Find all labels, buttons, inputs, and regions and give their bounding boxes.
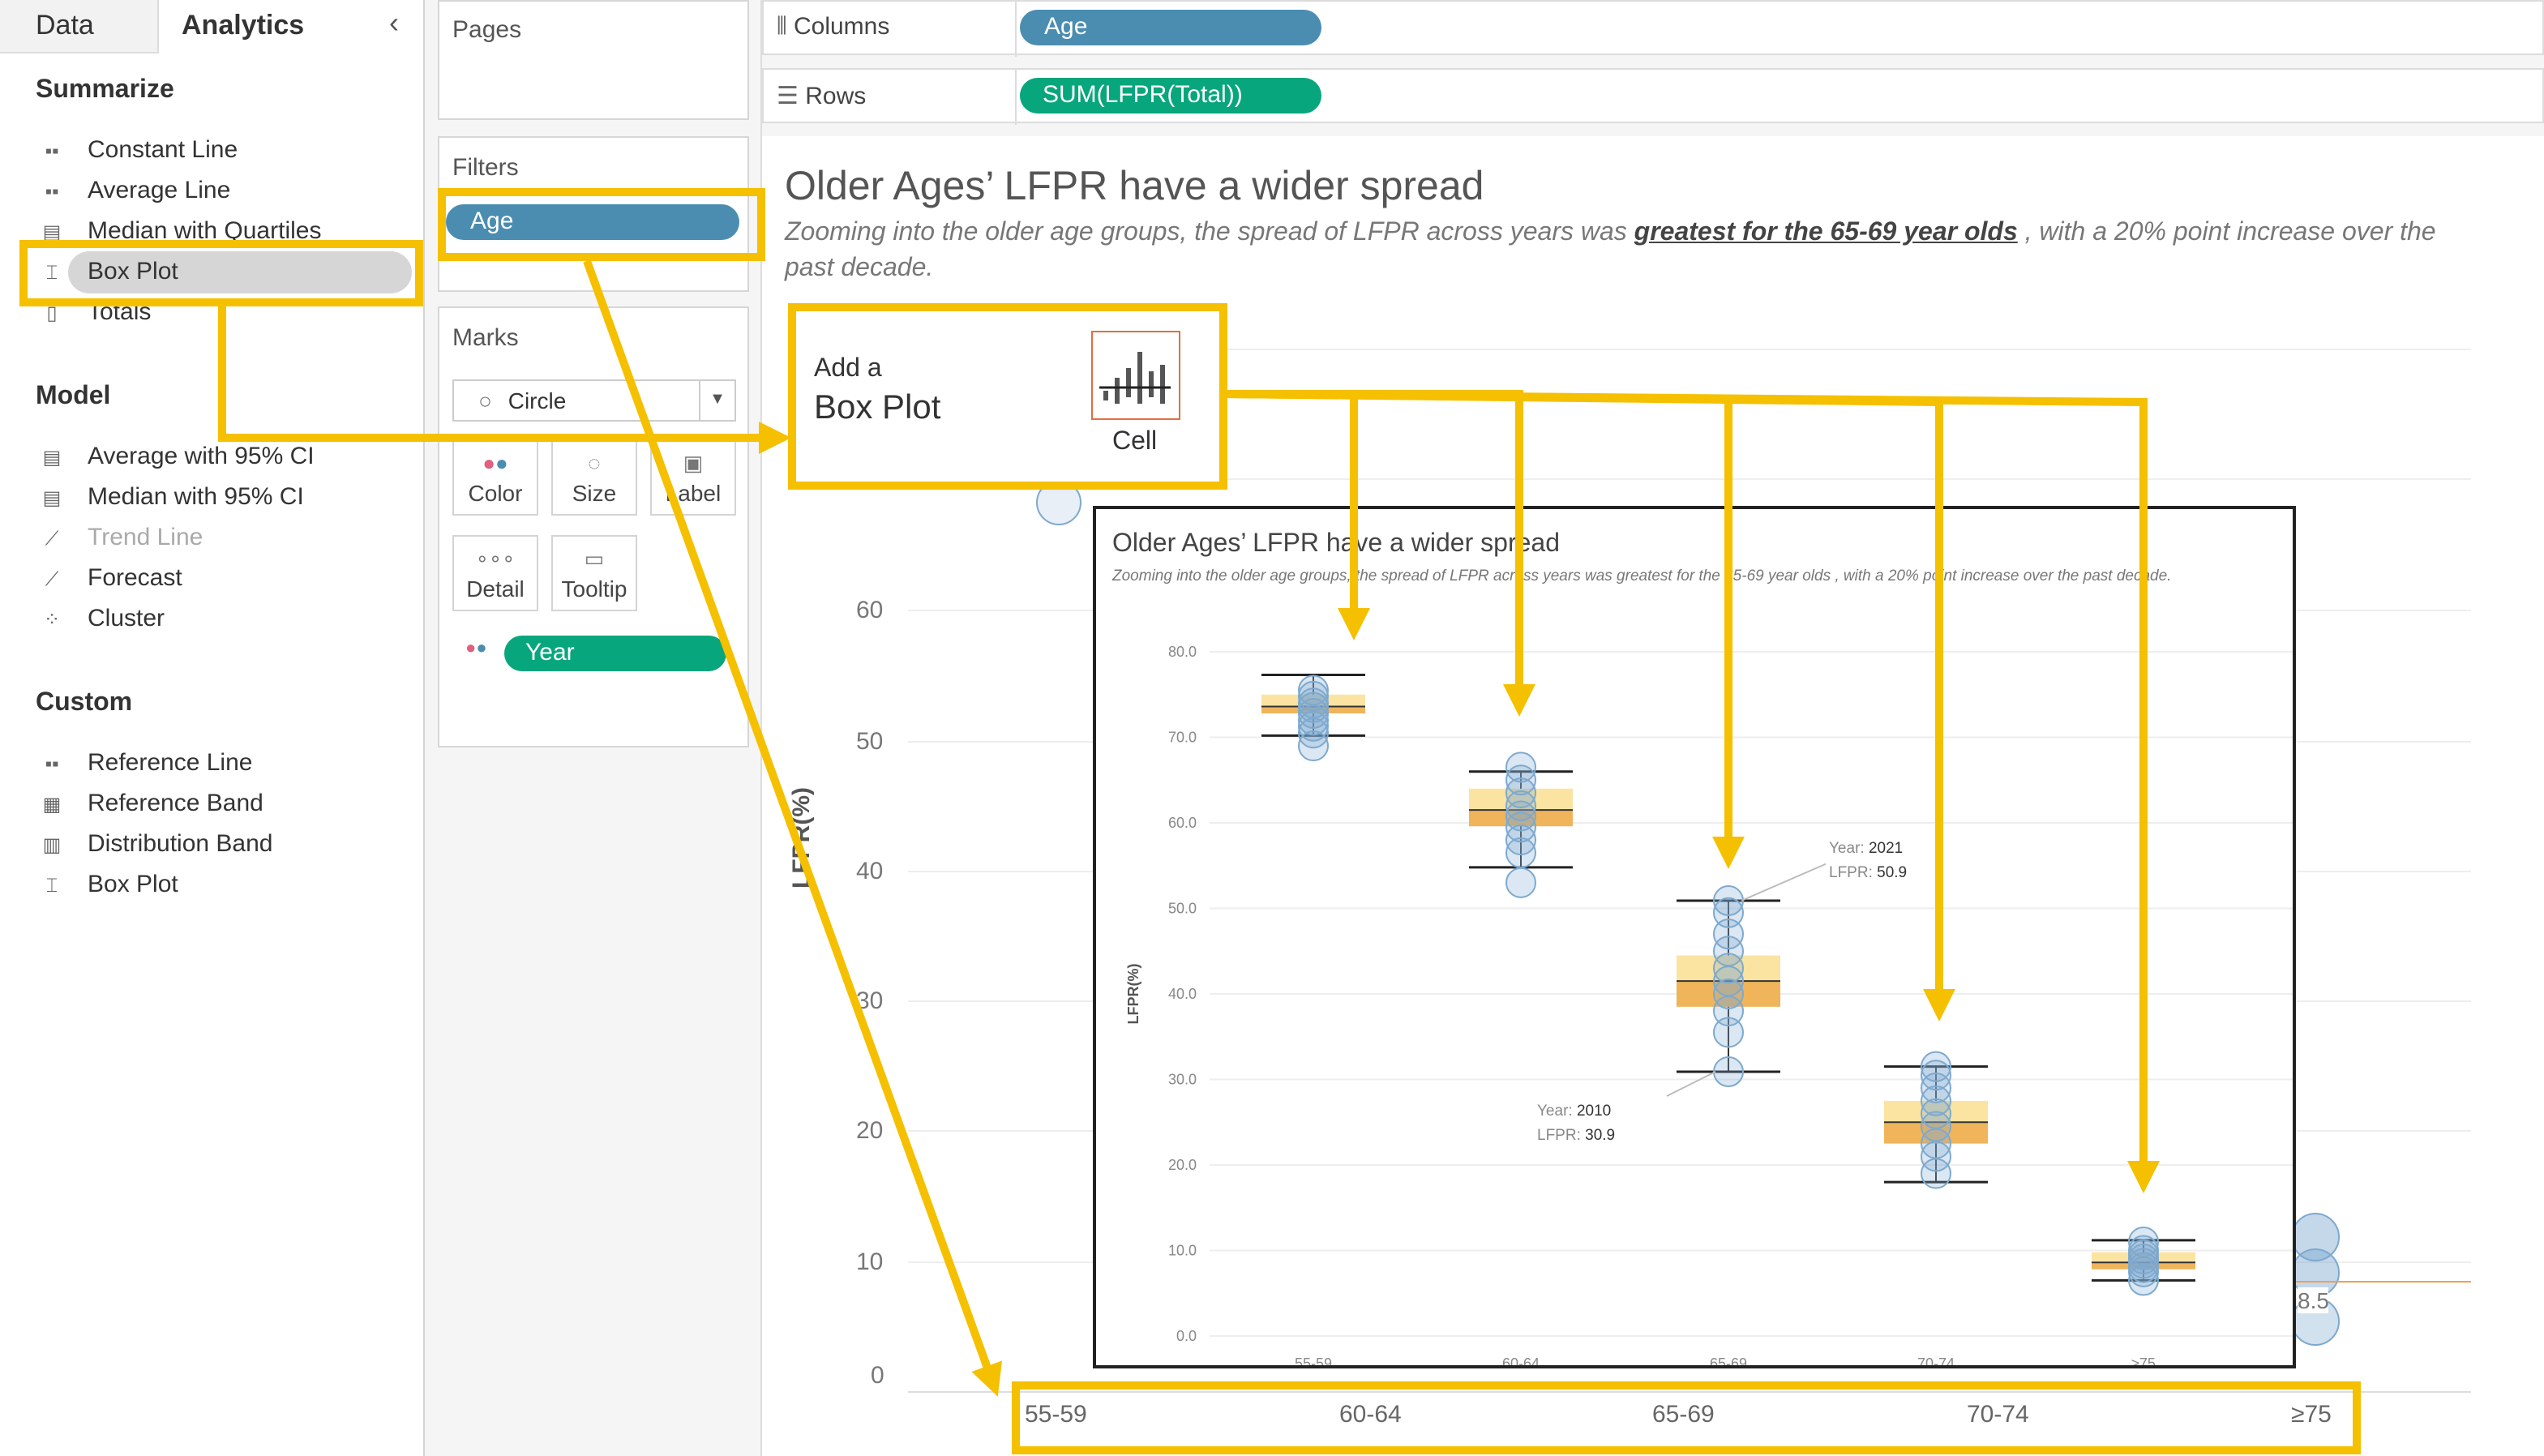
annotation-arrows <box>218 259 2160 1397</box>
tableau-workspace: Data Analytics ‹ Summarize ▪▪ Constant Li… <box>0 0 2544 1456</box>
